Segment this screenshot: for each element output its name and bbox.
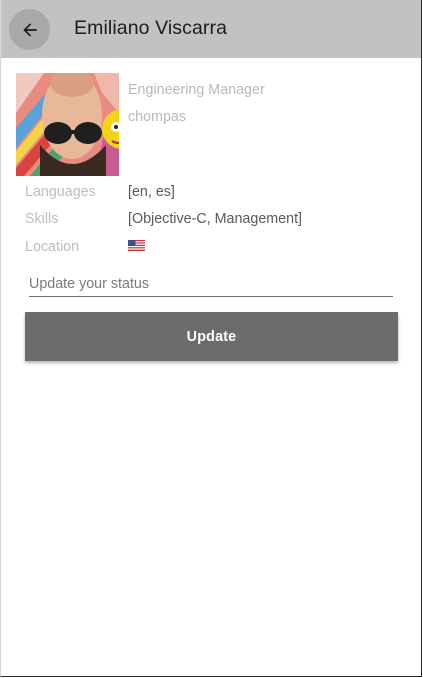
languages-value: [en, es] (128, 184, 175, 200)
us-flag-icon (128, 240, 145, 251)
nickname: chompas (128, 109, 187, 125)
back-button[interactable] (9, 9, 50, 50)
languages-label: Languages (25, 184, 96, 200)
status-input[interactable] (29, 272, 393, 297)
app-bar: Emiliano Viscarra (1, 0, 421, 58)
avatar (16, 73, 119, 176)
page-title: Emiliano Viscarra (74, 17, 228, 39)
update-button[interactable]: Update (25, 312, 398, 361)
job-title: Engineering Manager (128, 82, 265, 98)
skills-label: Skills (25, 211, 59, 227)
skills-value: [Objective-C, Management] (128, 211, 303, 227)
profile-screen: Emiliano Viscarra Engineering Manager ch… (0, 0, 422, 677)
location-label: Location (25, 239, 80, 255)
arrow-back-icon (22, 22, 37, 37)
